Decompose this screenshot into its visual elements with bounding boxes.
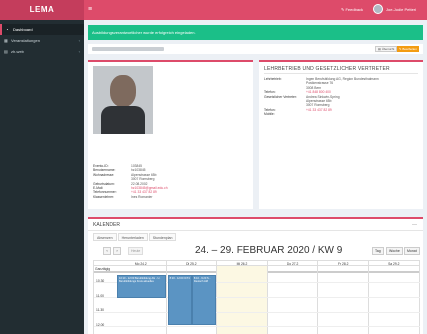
time-label: 11.00 bbox=[96, 293, 105, 298]
company-details: Lehrbetrieb: Ingen Berufsbildung AG, Reg… bbox=[264, 77, 419, 117]
detail-row: Klassenlehrer: Ines Romanier bbox=[93, 194, 153, 199]
grid-icon: ▤ bbox=[4, 48, 8, 54]
view-month-button[interactable]: Monat bbox=[404, 247, 420, 255]
time-label: 10.30 bbox=[96, 279, 105, 283]
day-column[interactable] bbox=[268, 266, 319, 334]
page-title-redacted bbox=[92, 47, 164, 51]
view-day-button[interactable]: Tag bbox=[372, 247, 384, 255]
detail-row: Gesetzlicher Vertreter: Andrea Sinkwin-S… bbox=[264, 94, 340, 108]
person-card: Evento-ID: 103845 Benutzername: hz103845 W… bbox=[88, 60, 253, 209]
time-gridline bbox=[94, 311, 420, 313]
phone-link[interactable]: +41 33 437 82 89 bbox=[306, 108, 332, 112]
view-week-button[interactable]: Woche bbox=[386, 247, 403, 255]
feedback-label: Feedback bbox=[345, 7, 364, 12]
calendar-range: 24. – 29. FEBRUAR 2020 / KW 9 bbox=[195, 245, 343, 256]
time-label: 12.00 bbox=[96, 322, 105, 327]
time-label: 11.30 bbox=[96, 308, 105, 313]
day-column[interactable] bbox=[318, 266, 369, 334]
page-header: ▤ Übersicht ✎ Bearbeiten bbox=[88, 44, 423, 54]
prev-week-button[interactable]: ‹ bbox=[103, 247, 111, 255]
top-navbar: LEMA ≡ ✎ Feedback Joe-Jodie Petteri bbox=[0, 0, 427, 20]
calendar-event[interactable]: 8:10 - 9:20 S - Deutsch AM bbox=[191, 275, 217, 325]
bars-icon[interactable]: ≡ bbox=[88, 6, 94, 13]
phone-link[interactable]: +41 848 800 400 bbox=[306, 90, 331, 94]
overview-button[interactable]: ▤ Übersicht bbox=[375, 46, 398, 52]
gauge-icon: ◔ bbox=[6, 26, 9, 32]
calendar-event[interactable]: 10:10 - 12:00 Berufsbildung AG - U-Beruf… bbox=[117, 275, 166, 299]
tab-herunterladen[interactable]: Herunterladen bbox=[117, 233, 148, 241]
feedback-link[interactable]: ✎ Feedback bbox=[341, 7, 363, 12]
user-name: Joe-Jodie Petteri bbox=[386, 6, 417, 12]
company-card: LEHRBETRIEB UND GESETZLICHER VERTRETER L… bbox=[259, 60, 423, 209]
company-card-title: LEHRBETRIEB UND GESETZLICHER VERTRETER bbox=[264, 66, 390, 72]
time-gridline bbox=[94, 326, 420, 328]
user-menu[interactable]: Joe-Jodie Petteri bbox=[373, 4, 416, 14]
sidebar-item-veranstaltungen[interactable]: ▦ Veranstaltungen ‹ bbox=[0, 35, 84, 46]
calendar-title: KALENDER bbox=[93, 222, 120, 228]
calendar-tabs: Absenzen Herunterladen Stundenplan bbox=[93, 233, 177, 241]
minus-icon[interactable]: — bbox=[412, 222, 417, 228]
sidebar-item-dashboard[interactable]: ◔ Dashboard bbox=[0, 24, 84, 35]
megaphone-icon: ✎ bbox=[341, 7, 345, 12]
calendar-grid: Mo 24.2 Di 25.2 Mi 26.2 Do 27.2 Fr 28.2 Sa 29… bbox=[93, 260, 420, 334]
edit-button[interactable]: ✎ Bearbeiten bbox=[397, 46, 419, 52]
next-week-button[interactable]: › bbox=[113, 247, 121, 255]
user-avatar bbox=[373, 4, 383, 14]
profile-photo bbox=[93, 66, 153, 134]
sidebar: ◔ Dashboard ▦ Veranstaltungen ‹ ▤ zh-web… bbox=[0, 20, 84, 334]
calendar-icon: ▦ bbox=[4, 37, 8, 43]
sidebar-item-label: Dashboard bbox=[13, 27, 33, 32]
person-details: Evento-ID: 103845 Benutzername: hz103845 W… bbox=[93, 164, 248, 199]
main-content: Ausbildungsverantwortlicher wurde erfolg… bbox=[84, 20, 427, 334]
day-column[interactable] bbox=[217, 266, 268, 334]
detail-row: Mobile: bbox=[264, 112, 275, 117]
chevron-right-icon: › bbox=[116, 248, 118, 253]
chevron-left-icon: ‹ bbox=[106, 248, 108, 253]
brand-logo[interactable]: LEMA bbox=[0, 0, 84, 20]
tab-stundenplan[interactable]: Stundenplan bbox=[148, 233, 177, 241]
calendar-card: KALENDER — Absenzen Herunterladen Stunde… bbox=[88, 217, 423, 334]
list-icon: ▤ bbox=[378, 47, 381, 51]
chevron-left-icon: ‹ bbox=[78, 49, 80, 54]
sidebar-item-label: zh-web bbox=[11, 49, 24, 54]
success-alert: Ausbildungsverantwortlicher wurde erfolg… bbox=[88, 25, 423, 40]
day-column[interactable] bbox=[369, 266, 420, 334]
tab-absenzen[interactable]: Absenzen bbox=[93, 233, 117, 241]
sidebar-item-label: Veranstaltungen bbox=[11, 38, 40, 43]
chevron-left-icon: ‹ bbox=[78, 38, 80, 43]
sidebar-item-zh-web[interactable]: ▤ zh-web ‹ bbox=[0, 46, 84, 57]
today-button[interactable]: Heute bbox=[128, 247, 144, 255]
detail-row: Lehrbetrieb: Ingen Berufsbildung AG, Reg… bbox=[264, 77, 379, 90]
calendar-event[interactable]: 8:10 - 12:00 ICT4 bbox=[167, 275, 192, 325]
